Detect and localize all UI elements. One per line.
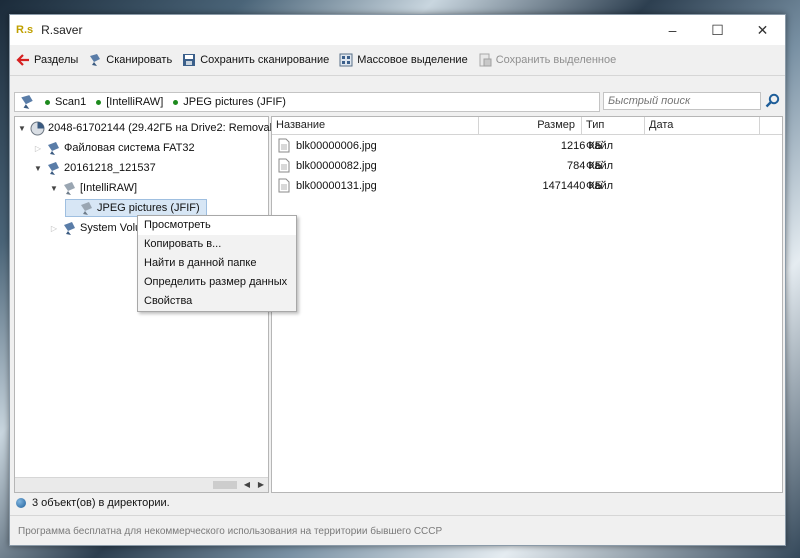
- menu-item-find-in-folder[interactable]: Найти в данной папке: [138, 254, 296, 273]
- status-dot-icon: [173, 99, 179, 105]
- breadcrumb-item-scan1[interactable]: Scan1: [45, 96, 86, 108]
- file-name: blk00000006.jpg: [296, 139, 377, 152]
- status-dot-icon: [45, 99, 50, 105]
- sections-button[interactable]: Разделы: [16, 49, 78, 71]
- mass-select-icon: [339, 53, 353, 67]
- license-footer: Программа бесплатна для некоммерческого …: [10, 515, 785, 546]
- expand-arrow-icon[interactable]: ▷: [49, 224, 59, 233]
- file-row[interactable]: blk00000006.jpg 1216 КБ Файл: [272, 136, 782, 156]
- file-name: blk00000131.jpg: [296, 179, 377, 192]
- scan-icon: [19, 94, 35, 110]
- tree-label: Файловая система FAT32: [64, 142, 195, 154]
- scan-icon: [88, 53, 102, 67]
- file-name: blk00000082.jpg: [296, 159, 377, 172]
- expand-arrow-icon[interactable]: ▼: [49, 184, 59, 193]
- scan-button[interactable]: Сканировать: [88, 49, 172, 71]
- horizontal-scrollbar[interactable]: ◀ ▶: [15, 477, 268, 492]
- expand-arrow-icon[interactable]: ▷: [33, 144, 43, 153]
- column-header-row: Название Размер Тип Дата: [272, 117, 782, 135]
- title-bar: R.s R.saver – ☐ ✕: [10, 15, 785, 45]
- scrollbar-thumb[interactable]: [213, 481, 237, 489]
- column-date[interactable]: Дата: [645, 117, 760, 134]
- floppy-disk-icon: [182, 53, 196, 67]
- license-text: Программа бесплатна для некоммерческого …: [18, 525, 443, 537]
- file-type: Файл: [586, 160, 614, 172]
- scroll-right-icon[interactable]: ▶: [255, 479, 267, 491]
- quick-search-input[interactable]: [603, 92, 761, 110]
- minimize-button[interactable]: –: [650, 15, 695, 45]
- path-bar: Scan1 [IntelliRAW] JPEG pictures (JFIF): [10, 90, 785, 114]
- scan-label: Сканировать: [106, 54, 173, 66]
- status-dot-icon: [96, 99, 102, 105]
- scroll-left-icon[interactable]: ◀: [241, 479, 253, 491]
- save-scan-button[interactable]: Сохранить сканирование: [182, 49, 329, 71]
- tree-item-intelliraw[interactable]: ▼ [IntelliRAW]: [49, 179, 137, 197]
- file-icon: [278, 158, 290, 173]
- tree-item-scan-folder[interactable]: ▼ 20161218_121537: [33, 159, 156, 177]
- mass-select-button[interactable]: Массовое выделение: [339, 49, 468, 71]
- app-window: R.s R.saver – ☐ ✕ Разделы Сканировать Со…: [9, 14, 786, 546]
- file-list: Название Размер Тип Дата blk00000006.jpg…: [271, 116, 783, 493]
- intelliraw-icon: [64, 181, 75, 195]
- file-row[interactable]: blk00000131.jpg 1471440 КБ Файл: [272, 176, 782, 196]
- file-icon: [278, 178, 290, 193]
- tree-label: 20161218_121537: [64, 162, 156, 174]
- tree-item-drive[interactable]: ▼ 2048-61702144 (29.42ГБ на Drive2: Remo…: [17, 119, 284, 137]
- app-logo: R.s: [16, 24, 34, 36]
- breadcrumb-item-intelliraw[interactable]: [IntelliRAW]: [96, 96, 163, 108]
- tree-label: JPEG pictures (JFIF): [97, 202, 200, 214]
- expand-arrow-icon[interactable]: ▼: [17, 124, 27, 133]
- maximize-button[interactable]: ☐: [695, 15, 740, 45]
- menu-item-view[interactable]: Просмотреть: [138, 216, 296, 235]
- window-controls: – ☐ ✕: [650, 15, 785, 45]
- app-title: R.saver: [41, 23, 83, 37]
- menu-item-properties[interactable]: Свойства: [138, 292, 296, 311]
- save-scan-label: Сохранить сканирование: [200, 54, 330, 66]
- breadcrumb-label: [IntelliRAW]: [106, 96, 164, 108]
- context-menu: Просмотреть Копировать в... Найти в данн…: [137, 215, 297, 312]
- breadcrumb-label: Scan1: [55, 96, 87, 108]
- breadcrumb: Scan1 [IntelliRAW] JPEG pictures (JFIF): [14, 92, 600, 112]
- file-row[interactable]: blk00000082.jpg 784 КБ Файл: [272, 156, 782, 176]
- save-selected-icon: [478, 53, 492, 67]
- file-type: Файл: [586, 180, 614, 192]
- column-size[interactable]: Размер: [479, 117, 582, 134]
- tree-label: 2048-61702144 (29.42ГБ на Drive2: Remova…: [48, 122, 285, 134]
- status-bar: 3 объект(ов) в директории.: [14, 494, 781, 512]
- mass-select-label: Массовое выделение: [357, 54, 468, 66]
- status-icon: [16, 498, 26, 508]
- drive-icon: [30, 121, 45, 135]
- filesystem-icon: [48, 141, 59, 155]
- menu-item-data-size[interactable]: Определить размер данных: [138, 273, 296, 292]
- tree-label: [IntelliRAW]: [80, 182, 138, 194]
- file-type: Файл: [586, 140, 614, 152]
- breadcrumb-label: JPEG pictures (JFIF): [183, 96, 286, 108]
- scan-icon: [48, 161, 59, 175]
- column-name[interactable]: Название: [272, 117, 479, 134]
- back-arrow-icon: [16, 53, 30, 67]
- sections-label: Разделы: [34, 54, 79, 66]
- column-type[interactable]: Тип: [582, 117, 645, 134]
- breadcrumb-item-jpeg[interactable]: JPEG pictures (JFIF): [173, 96, 286, 108]
- search-icon[interactable]: [765, 93, 781, 109]
- tree-item-fat32[interactable]: ▷ Файловая система FAT32: [33, 139, 195, 157]
- folder-icon: [64, 221, 75, 235]
- toolbar: Разделы Сканировать Сохранить сканирован…: [10, 45, 785, 76]
- save-selected-button[interactable]: Сохранить выделенное: [478, 49, 617, 71]
- close-button[interactable]: ✕: [740, 15, 785, 45]
- save-selected-label: Сохранить выделенное: [495, 54, 617, 66]
- jpeg-folder-icon: [81, 201, 92, 215]
- menu-item-copy-to[interactable]: Копировать в...: [138, 235, 296, 254]
- status-text: 3 объект(ов) в директории.: [32, 497, 170, 509]
- expand-arrow-icon[interactable]: ▼: [33, 164, 43, 173]
- file-icon: [278, 138, 290, 153]
